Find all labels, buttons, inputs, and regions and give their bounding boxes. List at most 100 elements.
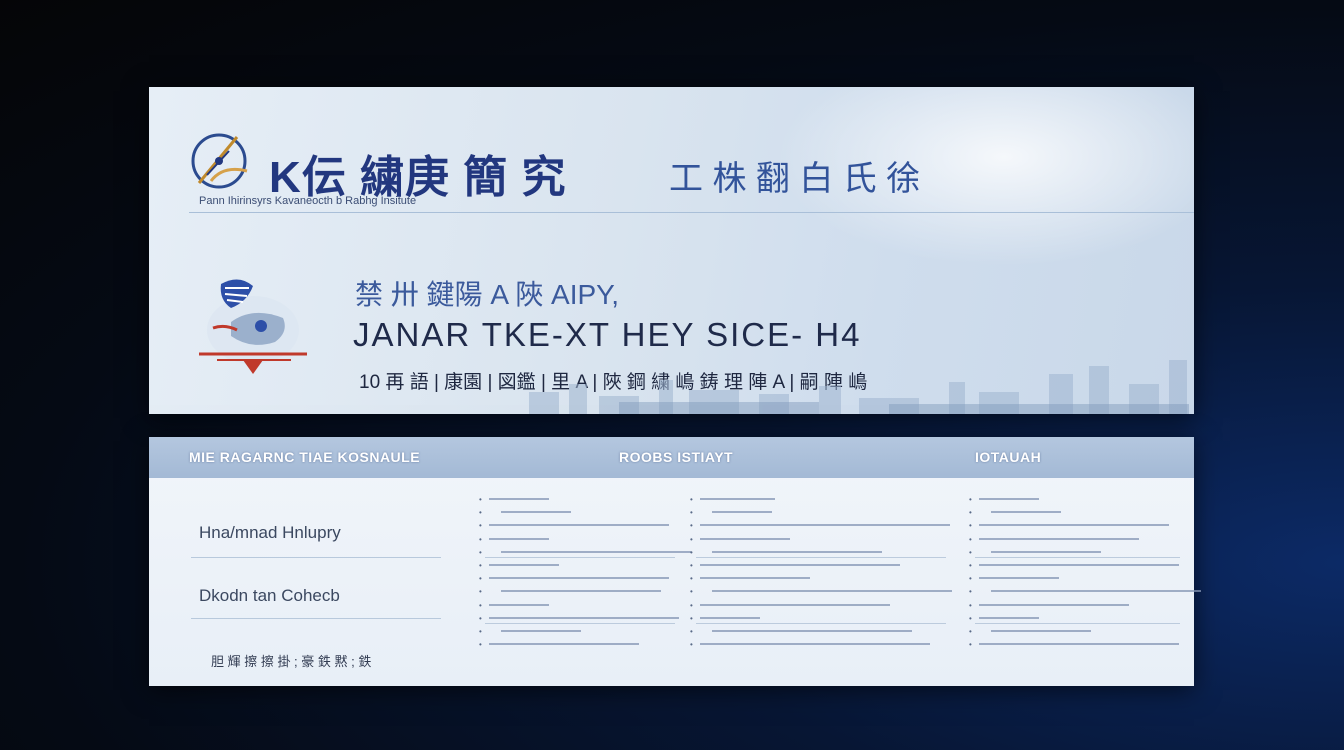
column-header-3: IOTAUAH (975, 449, 1042, 465)
fine-print-stroke (979, 537, 1139, 540)
fine-print-stroke (489, 616, 679, 619)
fine-print-stroke (991, 511, 1061, 514)
bullet-icon: • (479, 495, 482, 504)
column-header-1: MIE RAGARNC TIAE KOSNAULE (189, 449, 421, 465)
fine-print-line: • (479, 506, 689, 519)
fine-print-stroke (979, 498, 1039, 500)
fine-print-stroke (501, 550, 691, 553)
fine-print-stroke (712, 550, 882, 553)
fine-print-stroke (501, 629, 581, 632)
column-divider (485, 623, 675, 624)
fine-print-stroke (712, 629, 912, 632)
column-divider (485, 557, 675, 558)
bullet-icon: • (969, 600, 972, 610)
bullet-icon: • (690, 547, 693, 557)
bullet-icon: • (690, 574, 693, 584)
fine-print-line: • (479, 638, 689, 651)
column-divider (975, 623, 1180, 624)
bullet-icon: • (479, 547, 482, 557)
column-detail-lines: • • • • • • • • • • • • (690, 493, 960, 651)
row-label-2: Dkodn tan Cohecb (199, 586, 340, 605)
fine-print-stroke (991, 629, 1091, 632)
fine-print-stroke (700, 524, 950, 527)
fine-print-line: • (969, 519, 1194, 532)
fine-print-line: • (690, 599, 960, 612)
bullet-icon: • (690, 521, 693, 531)
fine-print-stroke (700, 603, 890, 606)
column-divider (696, 623, 946, 624)
fine-print-line: • (969, 585, 1201, 598)
banner-line-1: 禁 卅 鍵陽 A 陜 AIPY, (355, 279, 620, 310)
fine-print-line: • (479, 625, 689, 638)
fine-print-line: • (479, 533, 689, 546)
fine-print-stroke (700, 498, 775, 500)
fine-print-stroke (501, 511, 571, 514)
header-divider (189, 212, 1194, 213)
fine-print-stroke (979, 577, 1059, 580)
bullet-icon: • (969, 508, 972, 518)
bullet-icon: • (969, 547, 972, 557)
city-skyline-icon (529, 360, 1189, 414)
fine-print-stroke (979, 643, 1179, 646)
fine-print-line: • (969, 533, 1194, 546)
fine-print-line: • (969, 638, 1194, 651)
bullet-icon: • (969, 574, 972, 584)
institution-title-suffix: 工 株 翻 白 氏 徐 (669, 160, 921, 198)
fine-print-stroke (489, 577, 669, 580)
bullet-icon: • (969, 495, 972, 504)
fine-print-line: • (969, 625, 1194, 638)
bullet-icon: • (479, 626, 482, 636)
compass-logo-icon (191, 133, 248, 189)
fine-print-stroke (979, 603, 1129, 606)
fine-print-stroke (489, 643, 639, 646)
fine-print-stroke (979, 524, 1169, 527)
column-detail-lines: • • • • • • • • • • • • (969, 493, 1201, 651)
fine-print-line: • (479, 559, 689, 572)
bullet-icon: • (690, 495, 693, 504)
bullet-icon: • (969, 560, 972, 570)
bullet-icon: • (479, 560, 482, 570)
column-detail-lines: • • • • • • • • • • • • (479, 493, 691, 651)
fine-print-line: • (690, 493, 960, 506)
fine-print-stroke (489, 537, 549, 540)
schedule-table: MIE RAGARNC TIAE KOSNAULE ROOBS ISTIAYT … (149, 437, 1201, 686)
fine-print-stroke (489, 563, 559, 566)
fine-print-stroke (979, 563, 1179, 566)
fine-print-stroke (489, 603, 549, 606)
fine-print-line: • (969, 599, 1194, 612)
fine-print-line: • (479, 572, 689, 585)
fine-print-line: • (969, 559, 1194, 572)
fine-print-stroke (700, 563, 900, 566)
column-header-2: ROOBS ISTIAYT (619, 449, 734, 465)
fine-print-line: • (690, 638, 960, 651)
bullet-icon: • (969, 587, 972, 597)
bullet-icon: • (479, 574, 482, 584)
column-divider (696, 557, 946, 558)
fine-print-line: • (479, 519, 689, 532)
row-label-1: Hna/mnad Hnlupry (199, 523, 341, 542)
bullet-icon: • (690, 600, 693, 610)
fine-print-line: • (969, 493, 1194, 506)
bullet-icon: • (479, 534, 482, 544)
bullet-icon: • (690, 626, 693, 636)
header-banner: K伝 繍庚 簡 究 工 株 翻 白 氏 徐 Pann Ihirinsyrs Ka… (149, 87, 1194, 414)
fish-emblem-icon (199, 279, 307, 374)
bullet-icon: • (479, 508, 482, 518)
fine-print-stroke (700, 616, 760, 619)
bullet-icon: • (690, 534, 693, 544)
fine-print-stroke (991, 590, 1201, 593)
bullet-icon: • (969, 521, 972, 531)
fine-print-line: • (690, 506, 960, 519)
fine-print-stroke (700, 643, 930, 646)
fine-print-stroke (700, 577, 810, 580)
bullet-icon: • (969, 640, 972, 650)
fine-print-line: • (969, 572, 1194, 585)
fine-print-stroke (700, 537, 790, 540)
fine-print-stroke (489, 524, 669, 527)
fine-print-line: • (690, 572, 960, 585)
bullet-icon: • (479, 587, 482, 597)
row-divider (191, 618, 441, 619)
fine-print-line: • (479, 493, 689, 506)
fine-print-line: • (479, 599, 689, 612)
bullet-icon: • (690, 640, 693, 650)
